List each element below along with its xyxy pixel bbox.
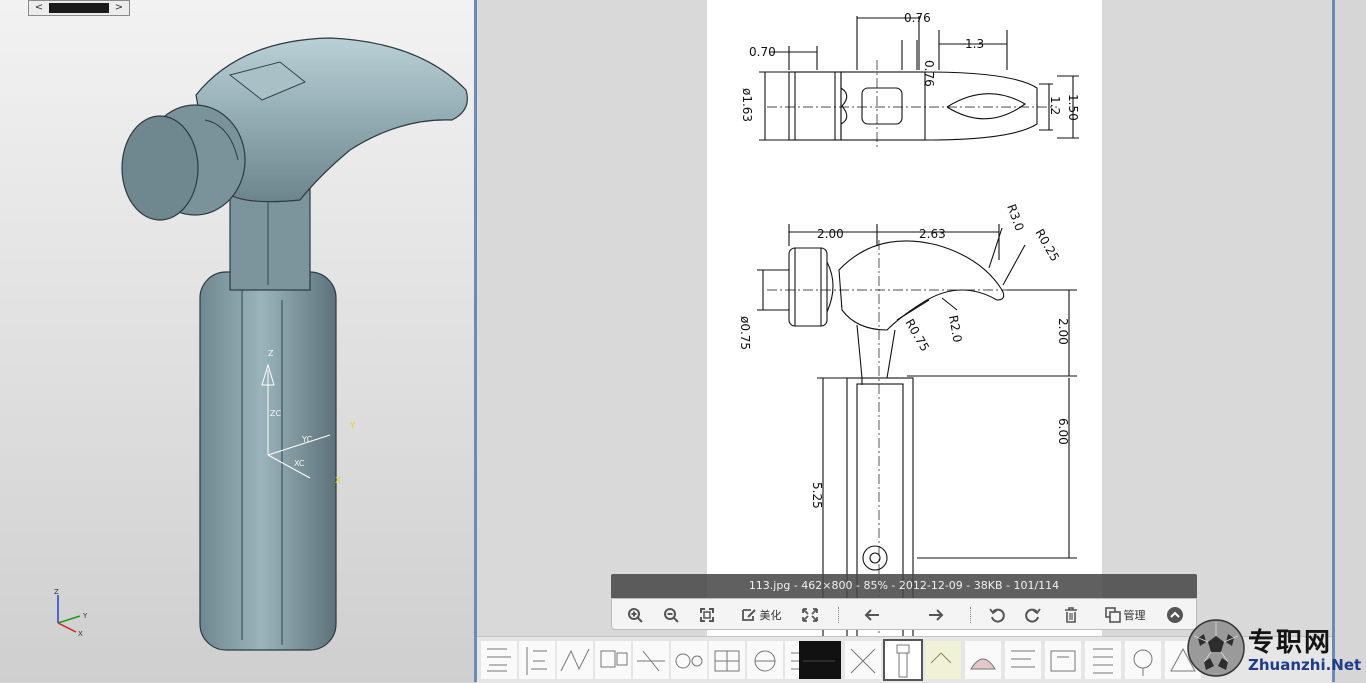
- side-area: [1335, 0, 1366, 682]
- next-icon[interactable]: [924, 604, 948, 626]
- fit-screen-icon[interactable]: [696, 604, 718, 626]
- dimension-label: 1.2: [1048, 96, 1062, 115]
- handle-body: [199, 271, 337, 651]
- thumbnail-selected[interactable]: [883, 639, 923, 681]
- dimension-label: 1.3: [965, 37, 984, 51]
- hammer-model: Z ZC Y YC XC X Z Y X: [54, 37, 468, 651]
- fullscreen-icon[interactable]: [798, 604, 822, 626]
- delete-icon[interactable]: [1060, 604, 1082, 626]
- dimension-label: 2.63: [919, 227, 946, 241]
- striking-face: [121, 115, 199, 221]
- soccer-ball-logo: [1187, 619, 1245, 677]
- toolbar-separator: [838, 607, 840, 623]
- drawing-image[interactable]: 0.76 0.70 0.76 1.3 ø1.63 1.2 1.50 2.00 2…: [707, 0, 1102, 640]
- csys-label: YC: [301, 435, 312, 444]
- triad-label: Z: [54, 588, 59, 596]
- dimension-label: R3.0: [1004, 202, 1027, 233]
- dimension-label: 2.00: [1056, 318, 1070, 345]
- dimension-label: 0.76: [904, 11, 931, 25]
- zoom-out-icon[interactable]: [660, 604, 682, 626]
- thumbnail[interactable]: [481, 641, 517, 679]
- dimension-label: 2.00: [817, 227, 844, 241]
- watermark: 专职网 Zhuanzhi.Net: [1186, 616, 1366, 682]
- watermark-text-cn: 专职网: [1248, 628, 1333, 658]
- image-info-bar: 113.jpg - 462×800 - 85% - 2012-12-09 - 3…: [611, 574, 1197, 598]
- dimension-label: 0.70: [749, 45, 776, 59]
- thumbnail[interactable]: [799, 641, 841, 679]
- manage-icon: [1104, 607, 1121, 623]
- thumbnail[interactable]: [519, 641, 555, 679]
- thumbnail[interactable]: [925, 641, 961, 679]
- thumbnail[interactable]: [1125, 641, 1161, 679]
- thumbnail[interactable]: [1085, 641, 1121, 679]
- dimension-label: ø1.63: [740, 88, 754, 122]
- dimension-label: 5.25: [810, 482, 824, 509]
- dimension-label: R2.0: [946, 314, 965, 343]
- thumbnail[interactable]: [709, 641, 745, 679]
- dimension-label: 0.76: [922, 60, 936, 87]
- dimension-label: 1.50: [1066, 94, 1080, 121]
- dimension-label: R0.75: [902, 317, 932, 354]
- csys-label: Z: [268, 349, 274, 358]
- csys-label: Y: [349, 421, 355, 430]
- thumbnail[interactable]: [845, 641, 881, 679]
- cad-viewport[interactable]: < > Z ZC Y YC XC X Z Y X: [0, 0, 474, 682]
- csys-label: ZC: [270, 409, 281, 418]
- triad-label: Y: [82, 612, 88, 620]
- view-triad: Z Y X: [54, 588, 88, 638]
- thumbnail[interactable]: [595, 641, 631, 679]
- manage-label: 管理: [1123, 609, 1146, 622]
- csys-label: X: [335, 476, 341, 485]
- rotate-right-icon[interactable]: [1022, 604, 1044, 626]
- triad-label: X: [78, 630, 83, 638]
- thumbnail[interactable]: [671, 641, 707, 679]
- dimension-label: R0.25: [1032, 227, 1062, 264]
- previous-icon[interactable]: [860, 604, 884, 626]
- thumbnail[interactable]: [747, 641, 783, 679]
- engineering-drawing: 0.76 0.70 0.76 1.3 ø1.63 1.2 1.50 2.00 2…: [738, 11, 1080, 640]
- dimension-label: ø0.75: [738, 316, 752, 350]
- thumbnail[interactable]: [557, 641, 593, 679]
- beautify-button[interactable]: 美化: [736, 604, 786, 626]
- thumbnail[interactable]: [1005, 641, 1041, 679]
- zoom-in-icon[interactable]: [624, 604, 646, 626]
- beautify-label: 美化: [759, 609, 782, 622]
- thumbnail[interactable]: [1045, 641, 1081, 679]
- thumbnail[interactable]: [633, 641, 669, 679]
- thumbnail[interactable]: [965, 641, 1001, 679]
- manage-button[interactable]: 管理: [1098, 604, 1152, 626]
- watermark-text-en: Zhuanzhi.Net: [1248, 656, 1362, 674]
- viewer-toolbar: 美化 管理: [611, 598, 1197, 630]
- collapse-icon[interactable]: [1164, 604, 1186, 626]
- toolbar-separator: [970, 607, 972, 623]
- beautify-icon: [741, 609, 756, 621]
- csys-label: XC: [294, 459, 305, 468]
- dimension-label: 6.00: [1056, 418, 1070, 445]
- rotate-left-icon[interactable]: [986, 604, 1008, 626]
